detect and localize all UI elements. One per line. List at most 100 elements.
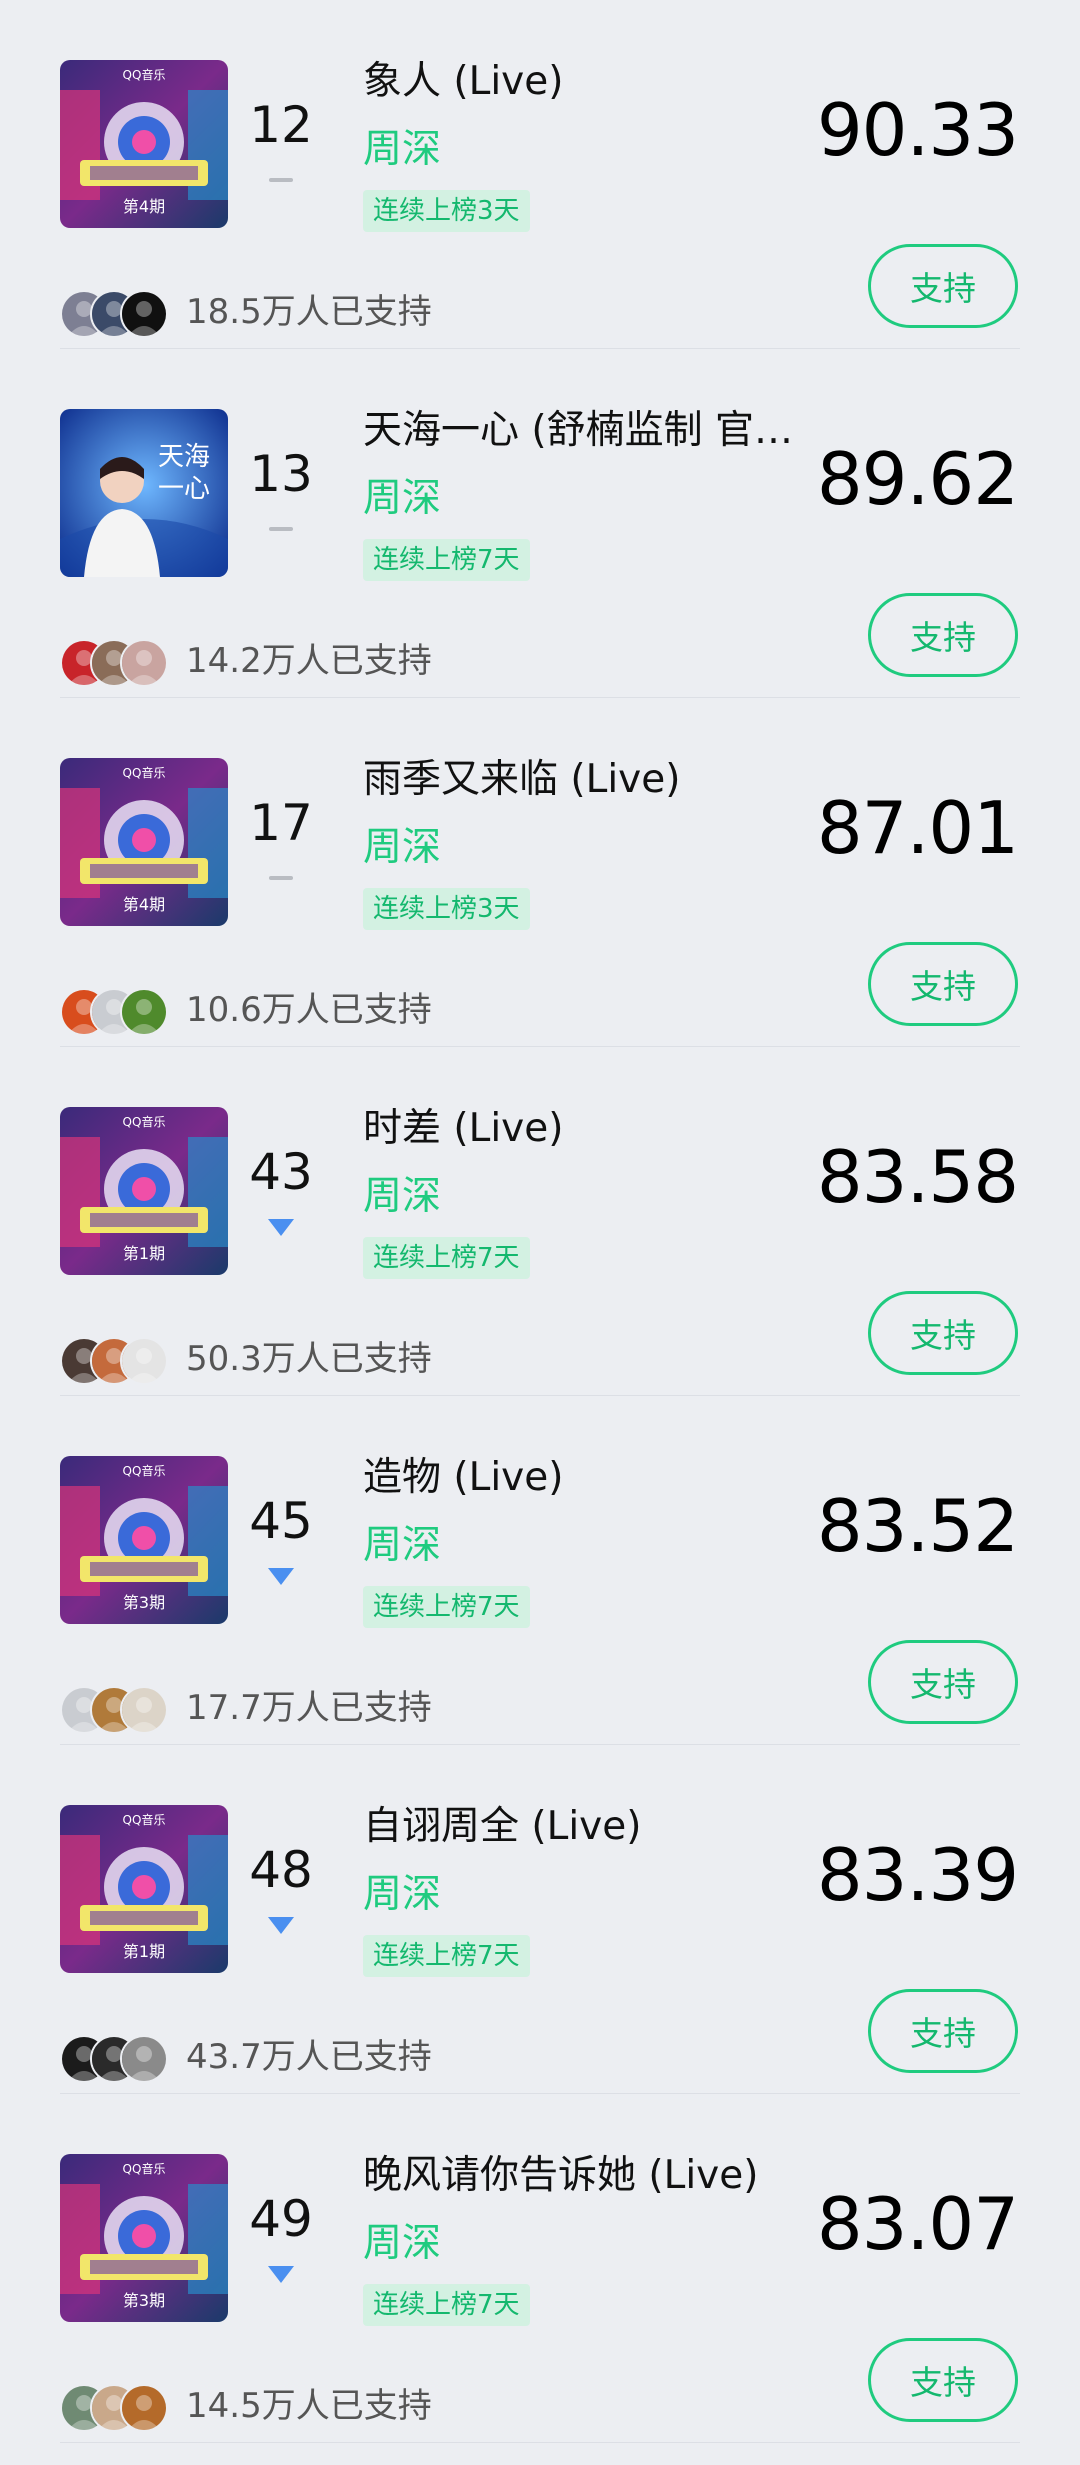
svg-text:第1期: 第1期 [123,1942,165,1961]
album-cover[interactable]: QQ音乐 第3期 [60,1456,228,1624]
song-title[interactable]: 象人 (Live) [363,56,823,108]
trend-flat-icon [269,876,293,880]
artist-name[interactable]: 周深 [363,822,441,874]
supporter-avatars[interactable] [60,290,180,338]
rank-trend [228,1566,334,1586]
artist-name[interactable]: 周深 [363,473,441,525]
supporter-count: 43.7万人已支持 [186,2037,432,2077]
avatar [120,1337,168,1385]
supporter-avatars[interactable] [60,2384,180,2432]
avatar [120,639,168,687]
streak-badge: 连续上榜7天 [363,1935,530,1977]
artist-name[interactable]: 周深 [363,124,441,176]
divider [60,2442,1020,2443]
support-button[interactable]: 支持 [868,2338,1018,2422]
avatar [120,988,168,1036]
svg-text:天海: 天海 [158,442,210,472]
artist-name[interactable]: 周深 [363,1869,441,1921]
chart-entry[interactable]: 天海 一心 13 天海一心 (舒楠监制 官… 周深 连续上榜7天 89.62 1… [0,349,1080,698]
song-title[interactable]: 自诩周全 (Live) [363,1801,823,1853]
album-cover[interactable]: QQ音乐 第1期 [60,1805,228,1973]
rank-trend [228,519,334,531]
album-cover[interactable]: QQ音乐 第3期 [60,2154,228,2322]
song-title[interactable]: 晚风请你告诉她 (Live) [363,2150,823,2202]
artist-name[interactable]: 周深 [363,1171,441,1223]
svg-text:一心: 一心 [158,474,210,504]
support-button[interactable]: 支持 [868,593,1018,677]
artist-name[interactable]: 周深 [363,1520,441,1572]
rank-number: 17 [249,794,313,852]
score: 87.01 [816,786,1019,870]
chart-entry[interactable]: QQ音乐 第3期 45 造物 (Live) 周深 连续上榜7天 83.52 17… [0,1396,1080,1745]
chart-entry[interactable]: QQ音乐 第4期 17 雨季又来临 (Live) 周深 连续上榜3天 87.01… [0,698,1080,1047]
trend-down-icon [266,1217,296,1237]
svg-text:QQ音乐: QQ音乐 [123,765,166,780]
supporter-count: 14.5万人已支持 [186,2386,432,2426]
rank-trend [228,170,334,182]
rank-number: 12 [249,96,313,154]
svg-text:QQ音乐: QQ音乐 [123,1463,166,1478]
supporter-count: 17.7万人已支持 [186,1688,432,1728]
rank-trend [228,1915,334,1935]
song-title[interactable]: 天海一心 (舒楠监制 官… [363,405,823,457]
song-title[interactable]: 造物 (Live) [363,1452,823,1504]
album-cover[interactable]: QQ音乐 第1期 [60,1107,228,1275]
support-button[interactable]: 支持 [868,942,1018,1026]
support-button[interactable]: 支持 [868,244,1018,328]
streak-badge: 连续上榜3天 [363,190,530,232]
score: 83.39 [816,1833,1019,1917]
svg-text:第4期: 第4期 [123,895,165,914]
chart-entry[interactable]: QQ音乐 第1期 43 时差 (Live) 周深 连续上榜7天 83.58 50… [0,1047,1080,1396]
svg-text:QQ音乐: QQ音乐 [123,1812,166,1827]
supporter-avatars[interactable] [60,2035,180,2083]
supporter-count: 50.3万人已支持 [186,1339,432,1379]
supporter-avatars[interactable] [60,988,180,1036]
avatar [120,290,168,338]
supporter-count: 10.6万人已支持 [186,990,432,1030]
chart-entry[interactable]: QQ音乐 第3期 49 晚风请你告诉她 (Live) 周深 连续上榜7天 83.… [0,2094,1080,2443]
trend-flat-icon [269,527,293,531]
avatar [120,1686,168,1734]
supporter-avatars[interactable] [60,639,180,687]
svg-text:第3期: 第3期 [123,2291,165,2310]
svg-text:第4期: 第4期 [123,197,165,216]
score: 83.52 [816,1484,1019,1568]
chart-entry[interactable]: QQ音乐 第1期 48 自诩周全 (Live) 周深 连续上榜7天 83.39 … [0,1745,1080,2094]
album-cover[interactable]: QQ音乐 第4期 [60,60,228,228]
svg-text:QQ音乐: QQ音乐 [123,2161,166,2176]
rank-trend [228,2264,334,2284]
support-button[interactable]: 支持 [868,1989,1018,2073]
streak-badge: 连续上榜7天 [363,1237,530,1279]
avatar [120,2384,168,2432]
svg-text:QQ音乐: QQ音乐 [123,67,166,82]
support-button[interactable]: 支持 [868,1640,1018,1724]
streak-badge: 连续上榜3天 [363,888,530,930]
supporter-avatars[interactable] [60,1337,180,1385]
song-chart-list: QQ音乐 第4期 12 象人 (Live) 周深 连续上榜3天 90.33 18… [0,0,1080,2465]
svg-text:第3期: 第3期 [123,1593,165,1612]
score: 83.07 [816,2182,1019,2266]
rank-number: 48 [249,1841,313,1899]
supporter-count: 14.2万人已支持 [186,641,432,681]
trend-flat-icon [269,178,293,182]
rank-trend [228,868,334,880]
rank-number: 49 [249,2190,313,2248]
support-button[interactable]: 支持 [868,1291,1018,1375]
rank-number: 43 [249,1143,313,1201]
album-cover[interactable]: 天海 一心 [60,409,228,577]
svg-text:QQ音乐: QQ音乐 [123,1114,166,1129]
score: 89.62 [816,437,1019,521]
trend-down-icon [266,2264,296,2284]
trend-down-icon [266,1915,296,1935]
artist-name[interactable]: 周深 [363,2218,441,2270]
chart-entry[interactable]: QQ音乐 第4期 12 象人 (Live) 周深 连续上榜3天 90.33 18… [0,0,1080,349]
supporter-avatars[interactable] [60,1686,180,1734]
score: 90.33 [816,88,1019,172]
song-title[interactable]: 雨季又来临 (Live) [363,754,823,806]
streak-badge: 连续上榜7天 [363,2284,530,2326]
streak-badge: 连续上榜7天 [363,1586,530,1628]
trend-down-icon [266,1566,296,1586]
album-cover[interactable]: QQ音乐 第4期 [60,758,228,926]
song-title[interactable]: 时差 (Live) [363,1103,823,1155]
streak-badge: 连续上榜7天 [363,539,530,581]
